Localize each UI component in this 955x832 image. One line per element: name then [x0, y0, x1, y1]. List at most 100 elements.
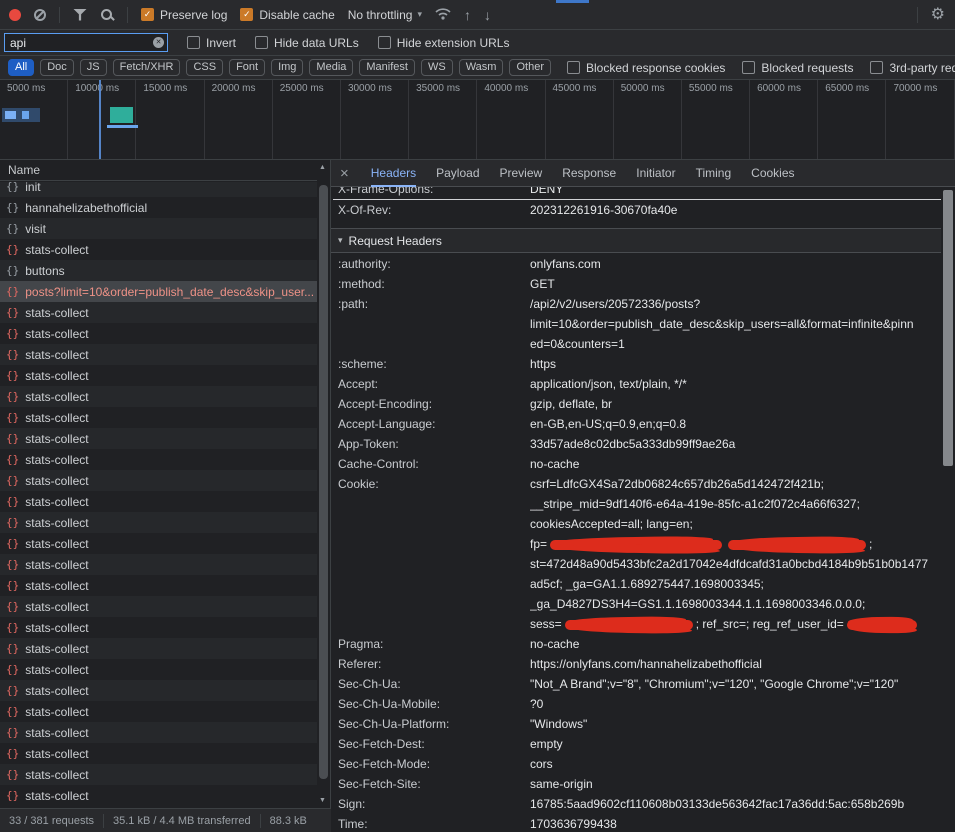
request-list-scrollbar[interactable]: ▲ ▼ — [317, 161, 330, 807]
header-name: Accept-Language: — [331, 414, 530, 434]
request-row[interactable]: {}stats-collect — [0, 575, 330, 596]
fetch-xhr-icon: {} — [6, 222, 19, 235]
header-value: gzip, deflate, br — [530, 394, 941, 414]
resource-type-filter-bar: All Doc JS Fetch/XHR CSS Font Img Media Manifest… — [0, 56, 955, 80]
request-row[interactable]: {}stats-collect — [0, 701, 330, 722]
request-row[interactable]: {}stats-collect — [0, 449, 330, 470]
request-row[interactable]: {}stats-collect — [0, 239, 330, 260]
blocked-requests-checkbox[interactable]: Blocked requests — [742, 61, 853, 75]
tab-preview[interactable]: Preview — [500, 160, 543, 187]
export-har-icon[interactable]: ↓ — [484, 8, 491, 22]
request-row[interactable]: {}buttons — [0, 260, 330, 281]
scrollbar-thumb[interactable] — [319, 185, 328, 779]
fetch-xhr-icon: {} — [6, 726, 19, 739]
network-overview-timeline[interactable]: 5000 ms10000 ms15000 ms20000 ms25000 ms3… — [0, 80, 955, 160]
tab-cookies[interactable]: Cookies — [751, 160, 794, 187]
request-headers-section-header[interactable]: ▾ Request Headers — [331, 228, 941, 253]
details-scrollbar[interactable] — [941, 187, 955, 832]
scrollbar-thumb[interactable] — [943, 190, 953, 466]
3rd-party-requests-checkbox[interactable]: 3rd-party requests — [870, 61, 955, 75]
request-row[interactable]: {}stats-collect — [0, 785, 330, 806]
request-row[interactable]: {}stats-collect — [0, 533, 330, 554]
request-row[interactable]: {}stats-collect — [0, 617, 330, 638]
disable-cache-checkbox[interactable]: ✓ Disable cache — [240, 8, 334, 22]
chevron-down-icon: ▾ — [417, 9, 422, 20]
type-filter-manifest[interactable]: Manifest — [359, 59, 415, 76]
request-row[interactable]: {}stats-collect — [0, 764, 330, 785]
request-count: 33 / 381 requests — [0, 814, 104, 828]
request-row[interactable]: {}stats-collect — [0, 722, 330, 743]
type-filter-fetch-xhr[interactable]: Fetch/XHR — [113, 59, 181, 76]
clear-filter-icon[interactable]: ✕ — [153, 37, 164, 48]
import-har-icon[interactable]: ↑ — [464, 8, 471, 22]
record-network-log-button[interactable] — [9, 9, 21, 21]
type-filter-img[interactable]: Img — [271, 59, 303, 76]
type-filter-js[interactable]: JS — [80, 59, 107, 76]
request-row[interactable]: {}stats-collect — [0, 554, 330, 575]
tab-initiator[interactable]: Initiator — [636, 160, 675, 187]
name-column-header[interactable]: Name — [0, 160, 330, 181]
waterfall-bar — [5, 111, 16, 119]
close-details-icon[interactable]: × — [340, 166, 349, 181]
header-row: Sign:16785:5aad9602cf110608b03133de56364… — [331, 794, 941, 814]
request-row[interactable]: {}visit — [0, 218, 330, 239]
request-row[interactable]: {}stats-collect — [0, 470, 330, 491]
type-filter-ws[interactable]: WS — [421, 59, 453, 76]
filter-input[interactable] — [5, 36, 145, 50]
blocked-requests-label: Blocked requests — [761, 61, 853, 75]
request-row[interactable]: {}stats-collect — [0, 638, 330, 659]
request-header-rows: :authority:onlyfans.com:method:GET:path:… — [331, 253, 941, 832]
hide-extension-urls-checkbox[interactable]: Hide extension URLs — [378, 36, 510, 50]
settings-gear-icon[interactable]: ⚙ — [931, 7, 945, 23]
tab-timing[interactable]: Timing — [696, 160, 732, 187]
type-filter-font[interactable]: Font — [229, 59, 265, 76]
throttling-dropdown[interactable]: No throttling ▾ — [348, 8, 422, 22]
clear-network-log-button[interactable] — [34, 9, 46, 21]
request-row[interactable]: {}stats-collect — [0, 680, 330, 701]
network-conditions-icon[interactable] — [435, 7, 451, 23]
request-row[interactable]: {}stats-collect — [0, 428, 330, 449]
request-row[interactable]: {}init — [0, 182, 330, 197]
request-row[interactable]: {}stats-collect — [0, 743, 330, 764]
request-row[interactable]: {}stats-collect — [0, 659, 330, 680]
filter-toggle-icon[interactable] — [73, 9, 87, 21]
scroll-down-arrow[interactable]: ▼ — [319, 797, 326, 804]
request-row[interactable]: {}stats-collect — [0, 512, 330, 533]
tab-headers[interactable]: Headers — [371, 160, 416, 187]
request-name: stats-collect — [25, 768, 88, 782]
header-row: Sec-Fetch-Mode:cors — [331, 754, 941, 774]
request-row[interactable]: {}stats-collect — [0, 491, 330, 512]
toolbar-separator — [59, 7, 60, 23]
type-filter-doc[interactable]: Doc — [40, 59, 74, 76]
type-filter-all[interactable]: All — [8, 59, 34, 76]
fetch-xhr-icon: {} — [6, 684, 19, 697]
blocked-response-cookies-checkbox[interactable]: Blocked response cookies — [567, 61, 725, 75]
request-row[interactable]: {}stats-collect — [0, 407, 330, 428]
invert-label: Invert — [206, 36, 236, 50]
type-filter-wasm[interactable]: Wasm — [459, 59, 504, 76]
tab-payload[interactable]: Payload — [436, 160, 479, 187]
request-row[interactable]: {}stats-collect — [0, 323, 330, 344]
tab-response[interactable]: Response — [562, 160, 616, 187]
request-row[interactable]: {}hannahelizabethofficial — [0, 197, 330, 218]
request-name: stats-collect — [25, 600, 88, 614]
hide-data-urls-checkbox[interactable]: Hide data URLs — [255, 36, 359, 50]
header-value: same-origin — [530, 774, 941, 794]
request-row[interactable]: {}stats-collect — [0, 365, 330, 386]
request-row[interactable]: {}stats-collect — [0, 386, 330, 407]
invert-checkbox[interactable]: Invert — [187, 36, 236, 50]
preserve-log-checkbox[interactable]: ✓ Preserve log — [141, 8, 227, 22]
request-row[interactable]: {}stats-collect — [0, 596, 330, 617]
type-filter-media[interactable]: Media — [309, 59, 353, 76]
search-icon[interactable] — [100, 8, 114, 22]
type-filter-css[interactable]: CSS — [186, 59, 223, 76]
type-filter-other[interactable]: Other — [509, 59, 551, 76]
headers-content: X-Frame-Options:DENY X-Of-Rev:2023122619… — [331, 187, 941, 832]
request-row[interactable]: {}stats-collect — [0, 344, 330, 365]
scroll-up-arrow[interactable]: ▲ — [319, 164, 326, 171]
request-row[interactable]: {}posts?limit=10&order=publish_date_desc… — [0, 281, 330, 302]
request-row[interactable]: {}stats-collect — [0, 302, 330, 323]
header-row: :scheme:https — [331, 354, 941, 374]
hide-extension-urls-label: Hide extension URLs — [397, 36, 510, 50]
fetch-xhr-icon: {} — [6, 495, 19, 508]
